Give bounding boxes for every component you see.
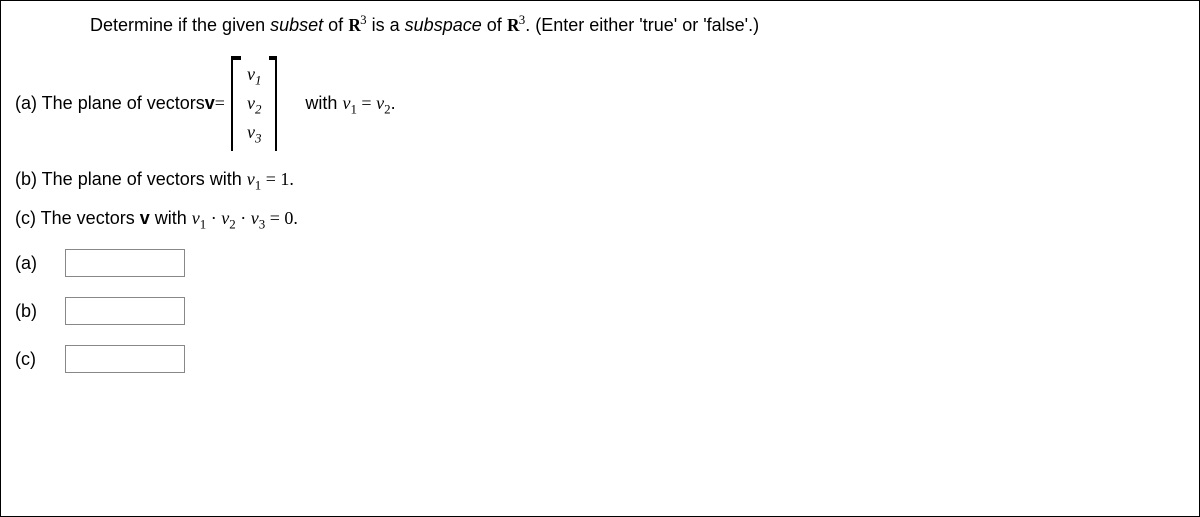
part-a-condition: with v1 = v2. — [305, 93, 395, 114]
answer-label-b: (b) — [15, 301, 65, 322]
rhs-v: v — [376, 93, 384, 113]
q-R2: R — [507, 13, 519, 38]
pb-eq: = — [261, 169, 280, 189]
matrix-cell-2: v2 — [245, 89, 263, 118]
q-tail: . (Enter either 'true' or 'false'.) — [525, 15, 759, 35]
part-a-eq: = — [215, 93, 225, 114]
matrix-cell-1: v1 — [245, 60, 263, 89]
bracket-left-icon — [231, 56, 239, 151]
pb-val: 1. — [280, 169, 294, 189]
pc-eq: = — [265, 208, 284, 228]
q-mid2: is a — [367, 15, 405, 35]
matrix-cell-3: v3 — [245, 118, 263, 147]
cond-eq: = — [357, 93, 376, 113]
part-b: (b) The plane of vectors with v1 = 1. — [15, 169, 1185, 190]
pb-v: v — [247, 169, 255, 189]
answer-input-a[interactable] — [65, 249, 185, 277]
pc-v1: v — [192, 208, 200, 228]
pc-with: with — [150, 208, 192, 228]
m2s: 2 — [255, 102, 261, 117]
matrix-column: v1 v2 v3 — [239, 56, 269, 151]
question-text: Determine if the given subset of R3 is a… — [90, 13, 1185, 38]
m1v: v — [247, 64, 255, 84]
m3v: v — [247, 122, 255, 142]
q-mid3: of — [482, 15, 507, 35]
q-R1: R — [348, 13, 360, 38]
m3s: 3 — [255, 131, 261, 146]
answer-row-b: (b) — [15, 297, 1185, 325]
pc-v3: v — [251, 208, 259, 228]
matrix: v1 v2 v3 — [231, 56, 277, 151]
part-c: (c) The vectors v with v1 · v2 · v3 = 0. — [15, 208, 1185, 229]
part-a-label: (a) The plane of vectors — [15, 93, 205, 114]
answer-input-b[interactable] — [65, 297, 185, 325]
q-mid1: of — [323, 15, 348, 35]
pc-vec: v — [140, 208, 150, 228]
problem-container: Determine if the given subset of R 3 is a… — [0, 0, 1200, 517]
pc-d1: · — [206, 208, 221, 228]
q-subset: subset — [270, 15, 323, 35]
answer-input-c[interactable] — [65, 345, 185, 373]
m2v: v — [247, 93, 255, 113]
cond-dot: . — [391, 93, 396, 113]
answer-row-a: (a) — [15, 249, 1185, 277]
part-c-label: (c) The vectors — [15, 208, 140, 228]
q-pre: Determine if the given — [90, 15, 270, 35]
part-b-label: (b) The plane of vectors with — [15, 169, 247, 189]
bracket-right-icon — [269, 56, 277, 151]
part-a-vec: v — [205, 93, 215, 114]
answer-label-a: (a) — [15, 253, 65, 274]
pc-d2: · — [236, 208, 251, 228]
answer-label-c: (c) — [15, 349, 65, 370]
q-subspace: subspace — [405, 15, 482, 35]
answer-row-c: (c) — [15, 345, 1185, 373]
with-text: with — [305, 93, 342, 113]
m1s: 1 — [255, 73, 261, 88]
pc-val: 0. — [284, 208, 298, 228]
part-a: (a) The plane of vectors v = v1 v2 v3 wi… — [15, 56, 1185, 151]
